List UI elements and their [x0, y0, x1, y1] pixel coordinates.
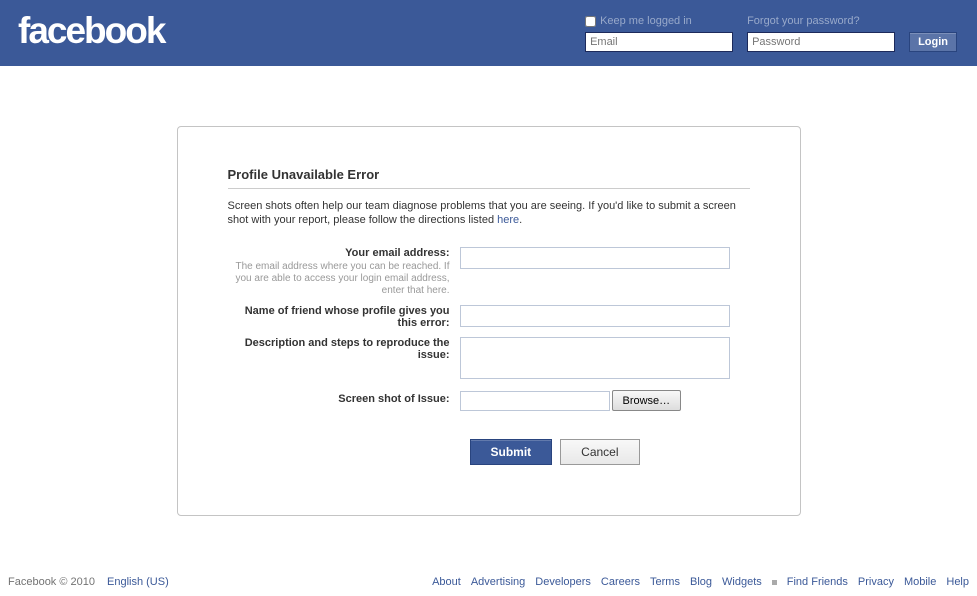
intro-text-b: . — [519, 214, 522, 226]
footer-link-privacy[interactable]: Privacy — [858, 576, 894, 588]
keep-logged-in-text: Keep me logged in — [600, 15, 692, 27]
site-footer: Facebook © 2010 English (US) About Adver… — [0, 576, 977, 588]
footer-right: About Advertising Developers Careers Ter… — [432, 576, 969, 588]
forgot-password-link[interactable]: Forgot your password? — [747, 15, 860, 27]
browse-button[interactable]: Browse… — [612, 390, 682, 411]
footer-link-blog[interactable]: Blog — [690, 576, 712, 588]
row-friend: Name of friend whose profile gives you t… — [228, 305, 750, 329]
friend-input-col — [460, 305, 750, 327]
footer-link-about[interactable]: About — [432, 576, 461, 588]
email-label: Your email address: — [228, 247, 450, 259]
your-email-field[interactable] — [460, 247, 730, 269]
copyright: Facebook © 2010 — [8, 576, 95, 588]
site-header: facebook Keep me logged in Forgot your p… — [0, 0, 977, 66]
description-input-col — [460, 337, 750, 382]
friend-label: Name of friend whose profile gives you t… — [228, 305, 450, 329]
screenshot-label-col: Screen shot of Issue: — [228, 390, 460, 405]
form-title: Profile Unavailable Error — [228, 167, 750, 189]
row-description: Description and steps to reproduce the i… — [228, 337, 750, 382]
email-input[interactable] — [585, 32, 733, 52]
footer-link-findfriends[interactable]: Find Friends — [787, 576, 848, 588]
footer-link-widgets[interactable]: Widgets — [722, 576, 762, 588]
row-screenshot: Screen shot of Issue: Browse… — [228, 390, 750, 411]
button-row: Submit Cancel — [470, 439, 750, 465]
password-input[interactable] — [747, 32, 895, 52]
footer-link-careers[interactable]: Careers — [601, 576, 640, 588]
email-label-col: Your email address: The email address wh… — [228, 247, 460, 297]
facebook-logo: facebook — [18, 10, 164, 52]
friend-name-field[interactable] — [460, 305, 730, 327]
login-password-column: Forgot your password? — [747, 14, 895, 52]
login-email-column: Keep me logged in — [585, 14, 733, 52]
description-label-col: Description and steps to reproduce the i… — [228, 337, 460, 361]
email-help: The email address where you can be reach… — [228, 261, 450, 297]
footer-left: Facebook © 2010 English (US) — [8, 576, 169, 588]
locale-link[interactable]: English (US) — [107, 576, 169, 588]
intro-text-a: Screen shots often help our team diagnos… — [228, 200, 736, 226]
cancel-button[interactable]: Cancel — [560, 439, 639, 465]
row-email: Your email address: The email address wh… — [228, 247, 750, 297]
footer-separator-icon — [772, 580, 777, 585]
description-label: Description and steps to reproduce the i… — [228, 337, 450, 361]
screenshot-path-field[interactable] — [460, 391, 610, 411]
form-card: Profile Unavailable Error Screen shots o… — [177, 126, 801, 516]
friend-label-col: Name of friend whose profile gives you t… — [228, 305, 460, 329]
description-field[interactable] — [460, 337, 730, 379]
screenshot-input-col: Browse… — [460, 390, 750, 411]
footer-link-terms[interactable]: Terms — [650, 576, 680, 588]
footer-link-help[interactable]: Help — [946, 576, 969, 588]
directions-link[interactable]: here — [497, 214, 519, 226]
keep-logged-in-label[interactable]: Keep me logged in — [585, 14, 733, 28]
keep-logged-in-checkbox[interactable] — [585, 16, 596, 27]
footer-link-advertising[interactable]: Advertising — [471, 576, 525, 588]
footer-link-developers[interactable]: Developers — [535, 576, 591, 588]
form-intro: Screen shots often help our team diagnos… — [228, 199, 750, 227]
login-area: Keep me logged in Forgot your password? … — [585, 14, 957, 52]
footer-link-mobile[interactable]: Mobile — [904, 576, 936, 588]
login-button[interactable]: Login — [909, 32, 957, 52]
screenshot-label: Screen shot of Issue: — [228, 393, 450, 405]
email-input-col — [460, 247, 750, 269]
login-button-column: Login — [909, 14, 957, 52]
submit-button[interactable]: Submit — [470, 439, 553, 465]
